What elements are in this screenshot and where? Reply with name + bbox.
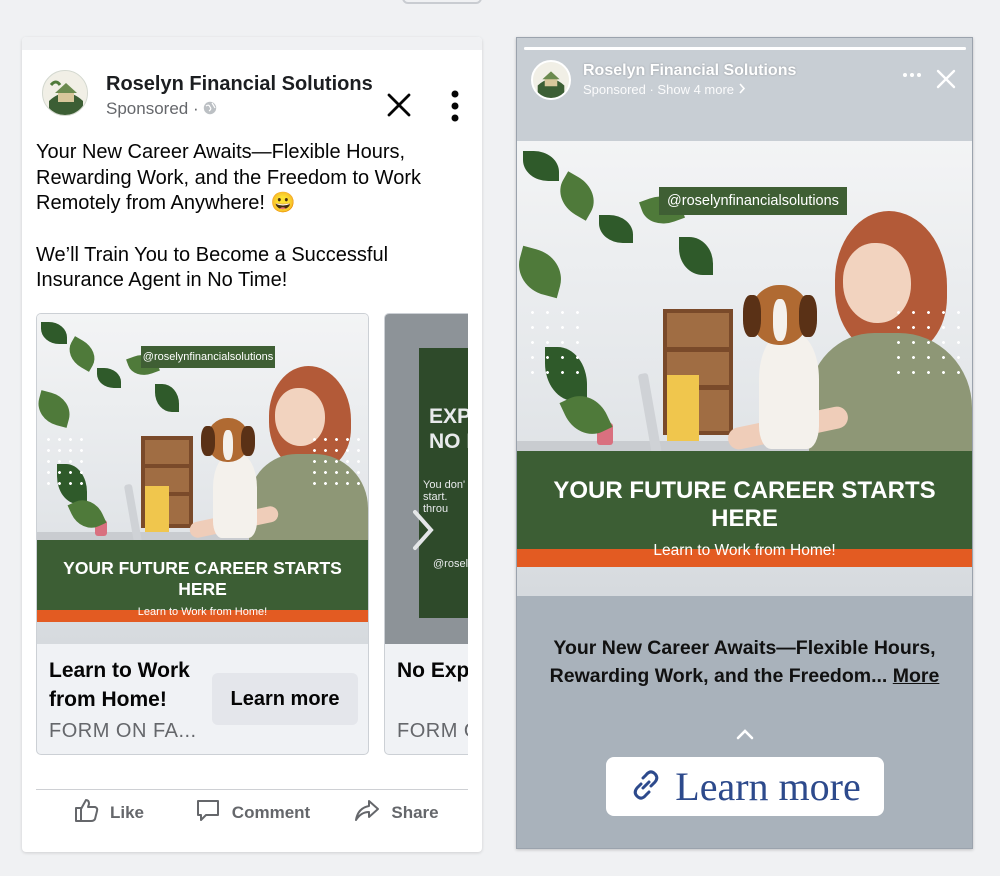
creative-banner: YOUR FUTURE CAREER STARTS HERE Learn to … — [37, 540, 368, 618]
carousel-card-2[interactable]: EXP NO F You don' start. throu @rosel No… — [384, 313, 468, 755]
carousel-card-1-subtitle: FORM ON FA... — [49, 720, 197, 742]
story-progress-fill — [524, 47, 966, 50]
post-actions: Like Comment Share — [36, 790, 468, 835]
creative-banner: YOUR FUTURE CAREER STARTS HERE Learn to … — [517, 451, 972, 559]
comment-label: Comment — [231, 802, 311, 822]
carousel-card-2-image[interactable]: EXP NO F You don' start. throu @rosel — [385, 314, 468, 644]
carousel-card-1-image[interactable]: @roselynfinancialsolutions YOUR FUTURE C… — [37, 314, 368, 644]
feed-ad-header: Roselyn Financial Solutions Sponsored · — [22, 50, 482, 128]
more-vertical-icon[interactable] — [442, 89, 468, 123]
ad-creative: @roselynfinancialsolutions YOUR FUTURE C… — [517, 141, 972, 596]
story-page-avatar[interactable] — [531, 60, 571, 100]
story-caption: Your New Career Awaits—Flexible Hours, R… — [537, 634, 952, 690]
story-progress-bar — [524, 47, 966, 50]
story-caption-text: Your New Career Awaits—Flexible Hours, R… — [549, 637, 936, 687]
ad-carousel[interactable]: @roselynfinancialsolutions YOUR FUTURE C… — [36, 313, 468, 757]
creative-banner-sub: Learn to Work from Home! — [137, 606, 268, 618]
story-caption-more-link[interactable]: More — [893, 665, 940, 687]
more-horizontal-icon[interactable] — [902, 68, 922, 80]
story-sub-text: Sponsored · Show 4 more — [583, 82, 735, 97]
creative-banner-sub: Learn to Work from Home! — [653, 542, 836, 559]
like-label: Like — [109, 802, 145, 822]
story-sponsored-label[interactable]: Sponsored · Show 4 more — [583, 82, 746, 97]
link-icon — [629, 768, 663, 805]
carousel-card-2-subtitle: FORM O — [397, 720, 468, 742]
ad-creative: @roselynfinancialsolutions YOUR FUTURE C… — [37, 314, 368, 644]
page-avatar[interactable] — [42, 70, 88, 116]
story-ad[interactable]: Roselyn Financial Solutions Sponsored · … — [516, 37, 973, 849]
like-icon — [72, 796, 100, 829]
chevron-right-icon — [738, 82, 746, 97]
carousel-card-1-title: Learn to Work from Home! — [49, 659, 190, 711]
chevron-right-icon[interactable] — [409, 508, 437, 552]
page-name[interactable]: Roselyn Financial Solutions — [106, 73, 373, 96]
chevron-up-icon[interactable] — [734, 727, 756, 741]
creative-2-title: EXP NO F — [429, 405, 468, 453]
story-page-name[interactable]: Roselyn Financial Solutions — [583, 62, 796, 80]
carousel-card-2-title: No Experie — [397, 659, 468, 682]
sponsored-text: Sponsored · — [106, 99, 204, 118]
creative-banner-title: YOUR FUTURE CAREER STARTS HERE — [63, 558, 342, 599]
ad-body-text: Your New Career Awaits—Flexible Hours, R… — [36, 140, 456, 294]
globe-icon — [203, 100, 217, 120]
story-creative-image[interactable]: @roselynfinancialsolutions YOUR FUTURE C… — [517, 141, 972, 596]
ad-body-paragraph-1: Your New Career Awaits—Flexible Hours, R… — [36, 141, 421, 214]
story-learn-more-label: Learn more — [675, 763, 861, 809]
like-button[interactable]: Like — [36, 790, 180, 835]
top-tab-fragment — [402, 0, 482, 4]
creative-2-handle: @rosel — [433, 558, 468, 570]
creative-banner-title: YOUR FUTURE CAREER STARTS HERE — [553, 477, 936, 532]
ad-body-paragraph-2: We’ll Train You to Become a Successful I… — [36, 243, 389, 292]
story-learn-more-button[interactable]: Learn more — [606, 757, 884, 816]
comment-icon — [194, 796, 222, 829]
feed-card-topbar — [22, 37, 482, 50]
ad-creative-2: EXP NO F You don' start. throu @rosel — [385, 314, 468, 644]
comment-button[interactable]: Comment — [180, 790, 324, 835]
creative-handle: @roselynfinancialsolutions — [659, 187, 847, 215]
share-label: Share — [391, 802, 439, 822]
creative-handle: @roselynfinancialsolutions — [141, 346, 275, 368]
close-icon[interactable] — [935, 68, 957, 90]
close-icon[interactable] — [384, 90, 414, 120]
learn-more-button[interactable]: Learn more — [212, 673, 358, 725]
share-icon — [353, 796, 381, 829]
feed-ad-card: Roselyn Financial Solutions Sponsored · … — [22, 37, 482, 852]
sponsored-label: Sponsored · — [106, 99, 217, 120]
carousel-card-1[interactable]: @roselynfinancialsolutions YOUR FUTURE C… — [36, 313, 369, 755]
share-button[interactable]: Share — [324, 790, 468, 835]
